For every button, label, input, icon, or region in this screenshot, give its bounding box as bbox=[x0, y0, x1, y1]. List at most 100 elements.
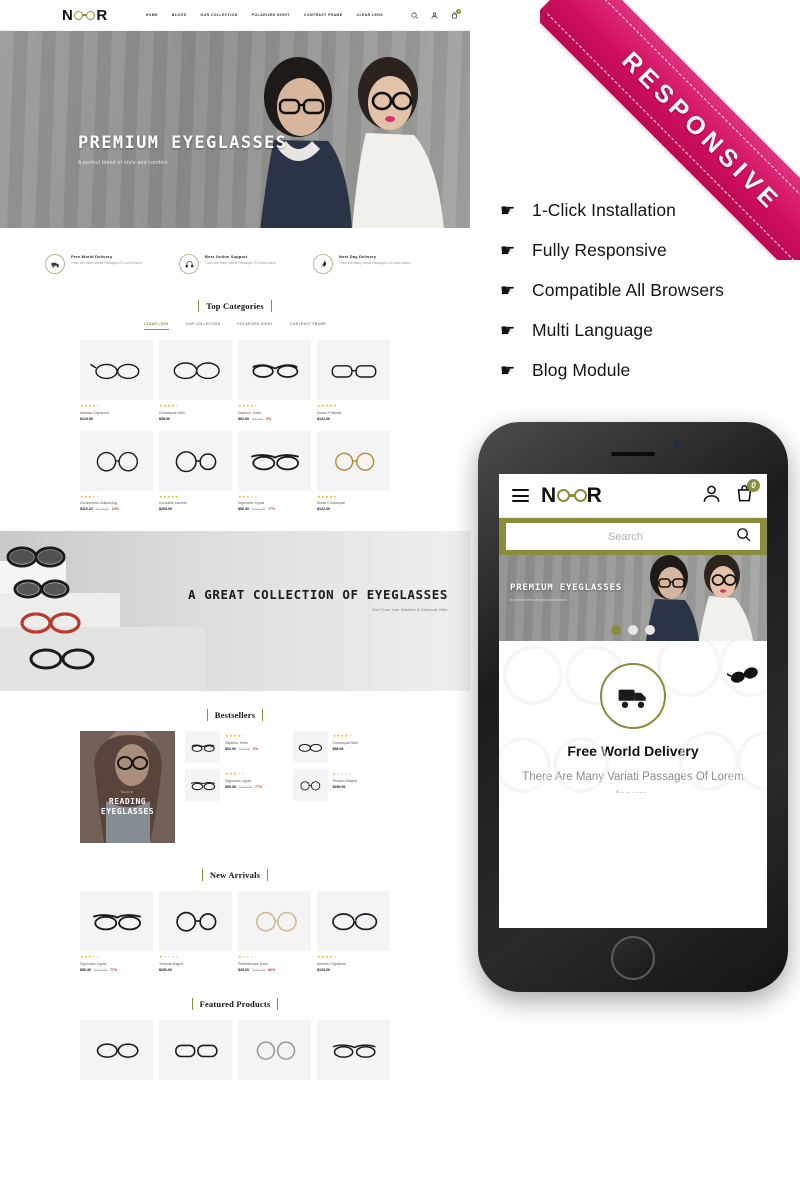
tab-contrast-frame[interactable]: CONTRAST FRAME bbox=[290, 322, 326, 330]
product-card[interactable]: ★★★★★ Mollis Consequat $122.00 bbox=[317, 430, 390, 511]
product-name[interactable]: Aenean Dignissim bbox=[80, 411, 153, 415]
search-icon[interactable] bbox=[411, 12, 418, 19]
product-image bbox=[159, 891, 232, 951]
main-nav[interactable]: HOME BLOGS OUR COLLECTION POLARIZED NIGH… bbox=[146, 13, 383, 17]
feature-label: Fully Responsive bbox=[532, 239, 667, 260]
product-card[interactable] bbox=[238, 1019, 311, 1084]
rating-stars: ★★★★★ bbox=[317, 403, 337, 408]
nav-item-our-collection[interactable]: OUR COLLECTION bbox=[200, 13, 237, 17]
product-card[interactable]: ★★★★★ Tempus Magna $290.00 bbox=[159, 891, 232, 972]
nav-item-clear-lens[interactable]: CLEAR LENS bbox=[357, 13, 383, 17]
desktop-preview: N R HOME BLOGS OUR COLLECTION POLARIZED … bbox=[0, 0, 470, 1200]
product-name[interactable]: Tempus Magna bbox=[333, 779, 357, 783]
product-name[interactable]: Convallis Laoreet bbox=[159, 501, 232, 505]
product-name[interactable]: Dapibus Tortor bbox=[238, 411, 311, 415]
price-current: $122.00 bbox=[317, 416, 330, 421]
site-logo[interactable]: N R bbox=[62, 7, 108, 24]
price-current: $290.00 bbox=[159, 967, 172, 972]
search-input[interactable]: Search bbox=[506, 523, 760, 550]
product-name[interactable]: Dapibus Tortor bbox=[225, 741, 258, 745]
product-card[interactable] bbox=[159, 1019, 232, 1084]
nav-item-polarized-night[interactable]: POLARIZED NIGHT bbox=[252, 13, 290, 17]
product-name[interactable]: Consequat Nibh bbox=[333, 741, 359, 745]
tab-our-collection[interactable]: OUR COLLECTION bbox=[186, 322, 221, 330]
product-image bbox=[238, 891, 311, 951]
earpiece-speaker bbox=[611, 452, 655, 456]
product-name[interactable]: Dignissim Ligula bbox=[80, 962, 153, 966]
service-next-day-delivery: Next Day Delivery There Are Many Variati… bbox=[313, 254, 425, 274]
account-icon[interactable] bbox=[431, 12, 438, 19]
category-tabs[interactable]: CLEAR LENS OUR COLLECTION POLARIZED NIGH… bbox=[0, 322, 470, 340]
nav-item-home[interactable]: HOME bbox=[146, 13, 158, 17]
product-card[interactable] bbox=[317, 1019, 390, 1084]
price-old: $82.00 bbox=[239, 746, 250, 751]
bestsellers-heading: Bestsellers bbox=[0, 691, 470, 731]
product-price: $254.00 bbox=[159, 507, 232, 511]
reading-eyeglasses-promo[interactable]: SHOP READING EYEGLASSES bbox=[80, 731, 175, 843]
price-discount: 77% bbox=[255, 784, 263, 789]
service-desc: There Are Many Variati Passages Of Lorem… bbox=[205, 261, 277, 265]
product-list-item[interactable]: ★★★★★ Dignissim Ligula $50.30 $205.00 77… bbox=[185, 769, 283, 801]
product-card[interactable]: ★★★★★ Dapibus Tortor $62.00 $82.00 6% bbox=[238, 340, 311, 421]
nav-item-contrast-frame[interactable]: CONTRAST FRAME bbox=[304, 13, 343, 17]
rating-stars: ★★★★★ bbox=[317, 954, 337, 959]
product-name[interactable]: Tempus Magna bbox=[159, 962, 232, 966]
product-card[interactable]: ★★★★★ Consectetur Adipiscing $110.20 $12… bbox=[80, 430, 153, 511]
product-name[interactable]: Pellentesque Dolor bbox=[238, 962, 311, 966]
truck-icon-circle bbox=[600, 663, 666, 729]
product-price: $290.00 bbox=[159, 968, 232, 972]
product-name[interactable]: Dignissim Ligula bbox=[225, 779, 262, 783]
price-discount: 6% bbox=[266, 416, 272, 421]
slider-dot-3[interactable] bbox=[645, 625, 655, 635]
rocket-icon bbox=[313, 254, 333, 274]
product-card[interactable] bbox=[80, 1019, 153, 1084]
product-card[interactable]: ★★★★★ Dignissim Ligula $50.30 $205.00 77… bbox=[238, 430, 311, 511]
headset-icon bbox=[179, 254, 199, 274]
home-button[interactable] bbox=[611, 936, 655, 980]
truck-icon bbox=[618, 689, 646, 708]
product-name[interactable]: Dignissim Ligula bbox=[238, 501, 311, 505]
price-current: $62.00 bbox=[238, 416, 249, 421]
feature-item-multi-language: ☛ Multi Language bbox=[500, 310, 790, 350]
cart-icon[interactable]: 0 bbox=[735, 478, 760, 508]
mobile-logo[interactable]: NR bbox=[541, 484, 602, 508]
product-card[interactable]: ★★★★★ Dignissim Ligula $50.30 $205.00 77… bbox=[80, 891, 153, 972]
slider-dot-1[interactable] bbox=[611, 625, 621, 635]
product-name[interactable]: Consequat Nibh bbox=[159, 411, 232, 415]
product-name[interactable]: Aenean Dignissim bbox=[317, 962, 390, 966]
product-card[interactable]: ★★★★★ Consequat Nibh $98.00 bbox=[159, 340, 232, 421]
tab-polarized-night[interactable]: POLARIZED NIGHT bbox=[237, 322, 273, 330]
product-name[interactable]: Mollis Consequat bbox=[317, 501, 390, 505]
product-card[interactable]: ★★★★★ Aenean Dignissim $123.00 bbox=[80, 340, 153, 421]
product-card[interactable]: ★★★★★ Pellentesque Dolor $29.00 $202.00 … bbox=[238, 891, 311, 972]
hamburger-menu-icon[interactable] bbox=[512, 486, 529, 506]
product-price: $62.00 $82.00 6% bbox=[238, 417, 311, 421]
mobile-hero-slider[interactable]: PREMIUM EYEGLASSES A perfect blend of st… bbox=[499, 555, 767, 641]
product-card[interactable]: ★★★★★ Aenean Dignissim $123.00 bbox=[317, 891, 390, 972]
product-list-item[interactable]: ★★★★★ Tempus Magna $290.00 bbox=[292, 769, 391, 801]
product-list-item[interactable]: ★★★★★ Dapibus Tortor $62.00 $82.00 6% bbox=[185, 731, 283, 763]
product-card[interactable]: ★★★★★ Donec Pulvinar $122.00 bbox=[317, 340, 390, 421]
price-current: $123.00 bbox=[80, 416, 93, 421]
product-image bbox=[80, 1019, 153, 1080]
price-current: $122.00 bbox=[317, 507, 330, 511]
product-card[interactable]: ★★★★★ Convallis Laoreet $254.00 bbox=[159, 430, 232, 511]
product-list-item[interactable]: ★★★★★ Consequat Nibh $98.00 bbox=[292, 731, 391, 763]
featured-products-grid bbox=[0, 1019, 470, 1084]
product-name[interactable]: Consectetur Adipiscing bbox=[80, 501, 153, 505]
cart-icon[interactable]: 0 bbox=[451, 8, 461, 19]
tab-clear-lens[interactable]: CLEAR LENS bbox=[143, 322, 169, 330]
banner-title: A GREAT COLLECTION OF EYEGLASSES bbox=[187, 587, 448, 602]
price-current: $50.30 bbox=[80, 967, 91, 972]
slider-dot-2[interactable] bbox=[628, 625, 638, 635]
price-discount: 77% bbox=[268, 507, 276, 511]
price-discount: 86% bbox=[268, 967, 276, 972]
nav-item-blogs[interactable]: BLOGS bbox=[172, 13, 187, 17]
account-icon[interactable] bbox=[702, 484, 721, 508]
feature-label: Compatible All Browsers bbox=[532, 279, 724, 300]
mobile-hero-subtitle: A perfect blend of style and comfort. bbox=[510, 598, 568, 602]
rating-stars: ★★★★★ bbox=[225, 733, 245, 738]
product-name[interactable]: Donec Pulvinar bbox=[317, 411, 390, 415]
slider-dots[interactable] bbox=[611, 625, 655, 635]
search-icon[interactable] bbox=[736, 527, 751, 547]
